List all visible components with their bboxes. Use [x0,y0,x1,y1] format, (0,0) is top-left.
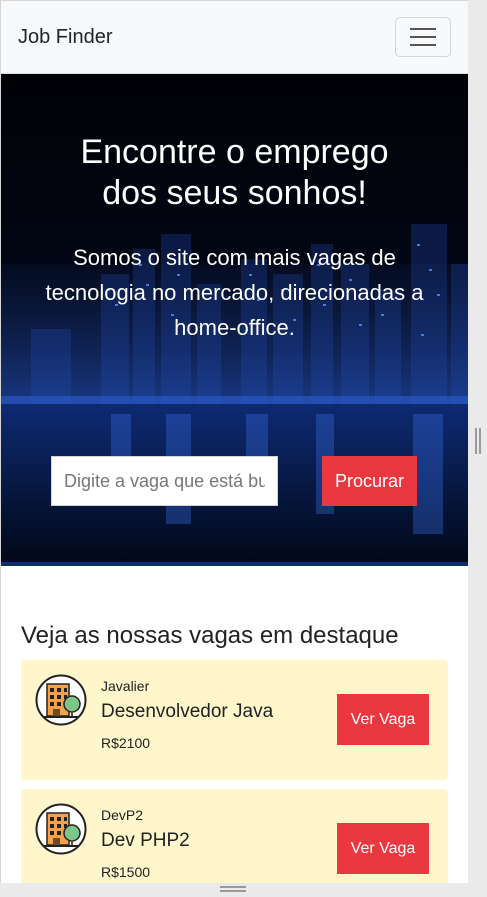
hero-subtitle: Somos o site com mais vagas de tecnologi… [45,244,424,340]
job-card: Javalier Desenvolvedor Java R$2100 Ver V… [21,660,448,780]
job-search-input[interactable] [51,456,278,506]
job-salary: R$1500 [101,864,151,880]
job-title: Dev PHP2 [101,830,190,851]
view-job-button[interactable]: Ver Vaga [337,694,429,745]
hero-section: Encontre o emprego dos seus sonhos! Somo… [1,74,468,566]
brand-logo-text[interactable]: Job Finder [18,26,113,49]
navbar: Job Finder [1,1,468,74]
job-company: DevP2 [101,807,144,823]
hero-content: Encontre o emprego dos seus sonhos! Somo… [1,74,468,345]
job-card: DevP2 Dev PHP2 R$1500 Ver Vaga [21,789,448,883]
search-button[interactable]: Procurar [322,456,417,506]
hero-bottom-border [1,562,468,566]
browser-viewport: Job Finder Encontre o emprego dos seus s… [0,0,468,883]
job-title: Desenvolvedor Java [101,701,274,722]
hamburger-menu-button[interactable] [395,17,451,57]
featured-jobs-heading: Veja as nossas vagas em destaque [21,622,399,649]
job-company: Javalier [101,678,150,694]
company-building-icon [35,674,87,726]
company-building-icon [35,803,87,855]
view-job-button[interactable]: Ver Vaga [337,823,429,874]
vertical-resize-handle[interactable] [475,428,481,454]
horizontal-resize-handle[interactable] [220,886,246,892]
featured-jobs-section: Veja as nossas vagas em destaque Javalie… [1,566,468,883]
hamburger-menu-icon [410,28,436,30]
job-search-form: Procurar [51,456,417,506]
job-salary: R$2100 [101,735,151,751]
hero-title: Encontre o emprego dos seus sonhos! [80,133,389,212]
